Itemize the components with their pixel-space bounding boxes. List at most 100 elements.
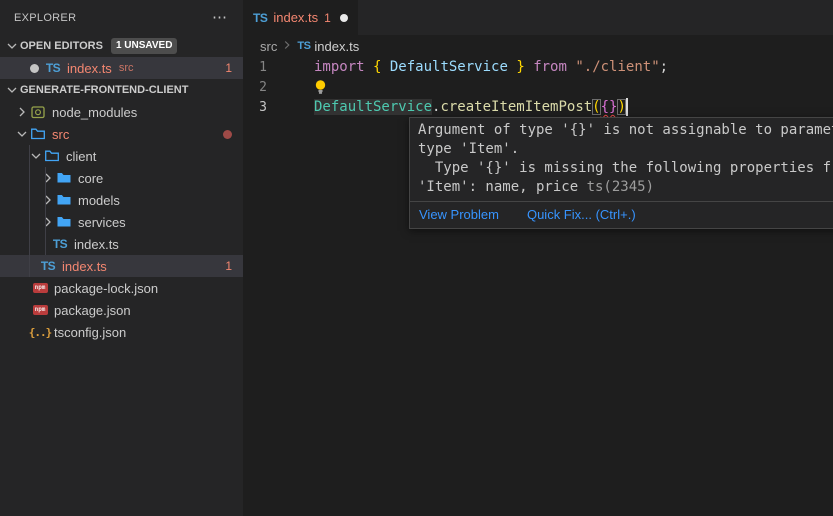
keyword-from: from xyxy=(533,59,575,75)
open-editors-label: OPEN EDITORS xyxy=(20,40,103,52)
tree-item-services[interactable]: services xyxy=(0,211,243,233)
folder-open-icon xyxy=(30,126,46,142)
error-message: Argument of type '{}' is not assignable … xyxy=(410,118,833,201)
open-editor-item-index-ts[interactable]: TS index.ts src 1 xyxy=(0,57,243,79)
tab-index-ts[interactable]: TS index.ts 1 xyxy=(243,0,358,35)
folder-error-dot-icon xyxy=(223,130,232,139)
code-line-3: 3 DefaultService.createItemItemPost({}) xyxy=(243,97,833,117)
typescript-file-icon: TS xyxy=(40,258,56,274)
tree-item-src-index-ts[interactable]: TS index.ts 1 xyxy=(0,255,243,277)
chevron-down-icon xyxy=(14,126,30,142)
chevron-right-icon xyxy=(40,170,56,186)
tree-item-label: index.ts xyxy=(62,259,107,274)
tree-item-label: tsconfig.json xyxy=(54,325,126,340)
breadcrumb: src TS index.ts xyxy=(243,35,833,57)
error-message-text: 'Item': name, price xyxy=(418,179,587,195)
error-count-badge: 1 xyxy=(225,259,232,273)
identifier-default-service: DefaultService xyxy=(314,99,432,115)
unsaved-dot-icon[interactable] xyxy=(340,14,348,22)
code-line-1: 1 import { DefaultService } from "./clie… xyxy=(243,57,833,77)
more-actions-icon[interactable]: ⋯ xyxy=(212,13,229,23)
error-message-line: Type '{}' is missing the following prope… xyxy=(418,159,833,178)
error-hover-widget: Argument of type '{}' is not assignable … xyxy=(409,117,833,229)
chevron-right-icon xyxy=(14,104,30,120)
tree-item-client-index-ts[interactable]: TS index.ts xyxy=(0,233,243,255)
tree-item-models[interactable]: models xyxy=(0,189,243,211)
open-editor-file-path: src xyxy=(119,62,134,74)
tree-item-label: core xyxy=(78,171,103,186)
folder-open-icon xyxy=(44,148,60,164)
line-number: 1 xyxy=(243,60,309,75)
error-message-line: Argument of type '{}' is not assignable … xyxy=(418,121,833,140)
chevron-right-icon xyxy=(40,192,56,208)
explorer-header: EXPLORER ⋯ xyxy=(0,0,243,35)
tab-error-count: 1 xyxy=(324,11,331,25)
tree-item-src[interactable]: src xyxy=(0,123,243,145)
quick-fix-link[interactable]: Quick Fix... (Ctrl+.) xyxy=(527,207,636,222)
error-message-line: type 'Item'. xyxy=(418,140,833,159)
tree-item-label: node_modules xyxy=(52,105,137,120)
tree-item-label: package.json xyxy=(54,303,131,318)
typescript-file-icon: TS xyxy=(253,11,267,25)
explorer-title: EXPLORER xyxy=(14,12,76,24)
tree-item-package-lock-json[interactable]: npm package-lock.json xyxy=(0,277,243,299)
chevron-right-icon xyxy=(40,214,56,230)
keyword-import: import xyxy=(314,59,373,75)
typescript-file-icon: TS xyxy=(45,60,61,76)
tree-item-package-json[interactable]: npm package.json xyxy=(0,299,243,321)
npm-file-icon: npm xyxy=(32,302,48,318)
view-problem-link[interactable]: View Problem xyxy=(419,207,499,222)
error-argument-token: {} xyxy=(601,99,618,115)
code-line-2: 2 xyxy=(243,77,833,97)
chevron-down-icon xyxy=(4,38,20,54)
tree-item-label: package-lock.json xyxy=(54,281,158,296)
chevron-down-icon xyxy=(4,82,20,98)
typescript-file-icon: TS xyxy=(52,236,68,252)
unsaved-dot-icon[interactable] xyxy=(30,64,39,73)
paren-close-token: ) xyxy=(617,99,625,115)
error-code: ts(2345) xyxy=(587,179,654,195)
tree-item-node-modules[interactable]: node_modules xyxy=(0,101,243,123)
brace-token: } xyxy=(508,59,533,75)
line-number: 2 xyxy=(243,80,309,95)
breadcrumb-folder[interactable]: src xyxy=(260,39,277,54)
tree-item-label: src xyxy=(52,127,69,142)
chevron-down-icon xyxy=(28,148,44,164)
editor-group: TS index.ts 1 src TS index.ts 1 import {… xyxy=(243,0,833,516)
project-section-header[interactable]: GENERATE-FRONTEND-CLIENT xyxy=(0,79,243,101)
tree-item-label: services xyxy=(78,215,126,230)
open-editor-file-name: index.ts xyxy=(67,61,112,76)
npm-file-icon: npm xyxy=(32,280,48,296)
open-editors-section-header[interactable]: OPEN EDITORS 1 UNSAVED xyxy=(0,35,243,57)
tab-bar: TS index.ts 1 xyxy=(243,0,833,35)
error-count-badge: 1 xyxy=(225,61,232,75)
explorer-sidebar: EXPLORER ⋯ OPEN EDITORS 1 UNSAVED TS ind… xyxy=(0,0,243,516)
error-message-line: 'Item': name, price ts(2345) xyxy=(418,178,833,197)
tree-item-tsconfig-json[interactable]: {..} tsconfig.json xyxy=(0,321,243,343)
tree-item-core[interactable]: core xyxy=(0,167,243,189)
project-name-label: GENERATE-FRONTEND-CLIENT xyxy=(20,84,188,96)
method-create-item-item-post: createItemItemPost xyxy=(440,99,592,115)
chevron-right-icon xyxy=(281,39,293,54)
string-module-path: "./client" xyxy=(575,59,659,75)
tree-item-label: client xyxy=(66,149,96,164)
breadcrumb-file[interactable]: index.ts xyxy=(314,39,359,54)
folder-icon xyxy=(56,214,72,230)
tree-item-client[interactable]: client xyxy=(0,145,243,167)
code-editor[interactable]: 1 import { DefaultService } from "./clie… xyxy=(243,57,833,117)
hover-actions: View Problem Quick Fix... (Ctrl+.) xyxy=(410,201,833,228)
semicolon-token: ; xyxy=(660,59,668,75)
tsconfig-file-icon: {..} xyxy=(32,324,48,340)
tree-item-label: models xyxy=(78,193,120,208)
brace-token: { xyxy=(373,59,390,75)
node-modules-folder-icon xyxy=(30,104,46,120)
folder-icon xyxy=(56,192,72,208)
dot-token: . xyxy=(432,99,440,115)
tab-file-name: index.ts xyxy=(273,10,318,25)
tree-item-label: index.ts xyxy=(74,237,119,252)
line-number: 3 xyxy=(243,100,309,115)
folder-icon xyxy=(56,170,72,186)
paren-open-token: ( xyxy=(592,99,600,115)
identifier-default-service: DefaultService xyxy=(390,59,508,75)
lightbulb-icon[interactable] xyxy=(314,79,327,95)
